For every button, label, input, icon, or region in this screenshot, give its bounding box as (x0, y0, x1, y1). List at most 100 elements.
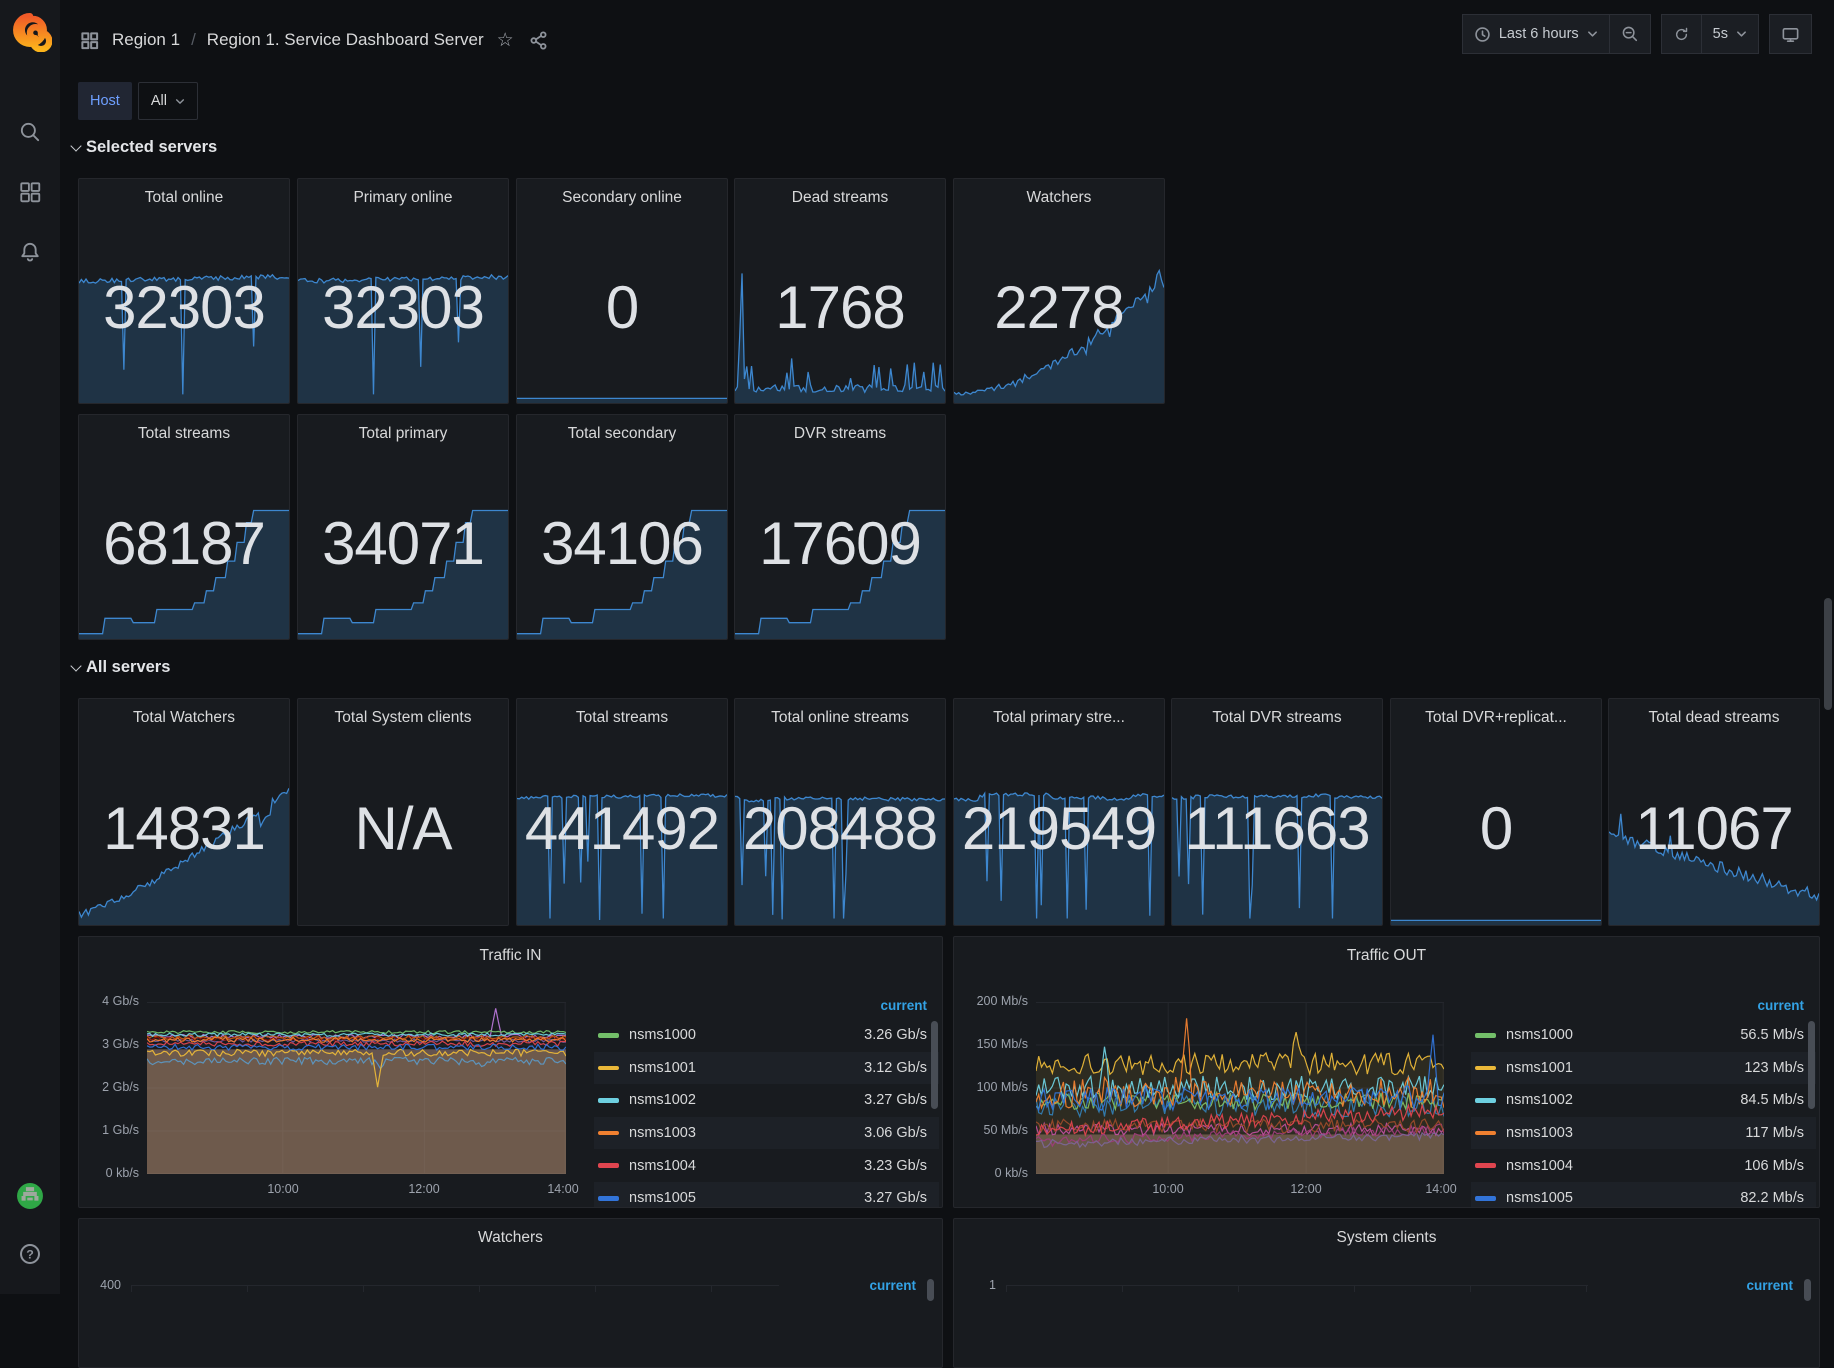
panel-title[interactable]: Total DVR streams (1172, 699, 1382, 727)
page-scrollbar[interactable] (1824, 598, 1832, 710)
panel-title[interactable]: Watchers (954, 179, 1164, 207)
y-tick: 150 Mb/s (956, 1037, 1028, 1051)
legend-row: nsms1004 106 Mb/s (1471, 1149, 1816, 1182)
x-tick: 14:00 (1425, 1182, 1456, 1196)
section-selected-servers[interactable]: Selected servers (72, 138, 217, 157)
series-name[interactable]: nsms1005 (1506, 1190, 1573, 1206)
panel-title[interactable]: Traffic OUT (954, 937, 1819, 965)
panel-title[interactable]: Total primary (298, 415, 508, 443)
alerting-bell-icon[interactable] (8, 230, 52, 274)
gridline (1006, 1285, 1588, 1292)
traffic-in-panel: Traffic IN 4 Gb/s 3 Gb/s 2 Gb/s 1 Gb/s 0… (78, 936, 943, 1208)
panel-title[interactable]: Total DVR+replicat... (1391, 699, 1601, 727)
panel-title[interactable]: Total streams (79, 415, 289, 443)
series-current-value: 84.5 Mb/s (1740, 1092, 1804, 1108)
legend-row: nsms1003 3.06 Gb/s (594, 1117, 939, 1150)
panel-title[interactable]: Secondary online (517, 179, 727, 207)
panel-title[interactable]: Total Watchers (79, 699, 289, 727)
legend-row: nsms1000 3.26 Gb/s (594, 1019, 939, 1052)
panel-title[interactable]: DVR streams (735, 415, 945, 443)
series-name[interactable]: nsms1003 (1506, 1125, 1573, 1141)
panel-title[interactable]: Total online (79, 179, 289, 207)
panel-title[interactable]: Total streams (517, 699, 727, 727)
help-icon[interactable]: ? (8, 1232, 52, 1276)
panel-title[interactable]: Total secondary (517, 415, 727, 443)
tv-mode-icon[interactable] (1769, 14, 1812, 54)
panel-title[interactable]: Total primary stre... (954, 699, 1164, 727)
legend-current-header[interactable]: current (1746, 1278, 1793, 1293)
series-swatch (598, 1066, 619, 1071)
host-variable-dropdown[interactable]: All (138, 82, 198, 120)
series-swatch (1475, 1033, 1496, 1038)
legend-scrollbar[interactable] (1808, 1021, 1815, 1109)
legend: current nsms1000 56.5 Mb/s nsms1001 123 … (1471, 991, 1816, 1208)
user-avatar[interactable] (8, 1174, 52, 1218)
chevron-down-icon (175, 98, 185, 105)
legend-current-header[interactable]: current (594, 991, 939, 1019)
breadcrumb-folder[interactable]: Region 1 (112, 30, 180, 50)
stat-value: 0 (517, 278, 727, 338)
grafana-logo[interactable] (8, 8, 52, 52)
legend-scrollbar[interactable] (931, 1021, 938, 1109)
panel-title[interactable]: Traffic IN (79, 937, 942, 965)
legend-current-header[interactable]: current (1471, 991, 1816, 1019)
host-variable-label[interactable]: Host (78, 82, 132, 120)
series-name[interactable]: nsms1002 (1506, 1092, 1573, 1108)
breadcrumb-dashboard-title[interactable]: Region 1. Service Dashboard Server (207, 30, 484, 50)
series-name[interactable]: nsms1001 (1506, 1060, 1573, 1076)
watchers-panel: Watchers 400 current (78, 1218, 943, 1368)
host-variable-value: All (151, 93, 167, 109)
legend-row: nsms1003 117 Mb/s (1471, 1117, 1816, 1150)
series-swatch (1475, 1196, 1496, 1201)
panel-title[interactable]: Total System clients (298, 699, 508, 727)
star-icon[interactable]: ☆ (495, 29, 516, 52)
series-name[interactable]: nsms1005 (629, 1190, 696, 1206)
panel-title[interactable]: Total dead streams (1609, 699, 1819, 727)
series-name[interactable]: nsms1004 (1506, 1158, 1573, 1174)
dashboards-icon[interactable] (8, 170, 52, 214)
panel-title[interactable]: Total online streams (735, 699, 945, 727)
stat-panel: Total online streams 208488 (734, 698, 946, 926)
series-current-value: 123 Mb/s (1744, 1060, 1804, 1076)
y-tick: 3 Gb/s (81, 1037, 139, 1051)
share-icon[interactable] (527, 29, 550, 52)
series-name[interactable]: nsms1003 (629, 1125, 696, 1141)
stat-panel: Total dead streams 11067 (1608, 698, 1820, 926)
series-swatch (598, 1196, 619, 1201)
chevron-down-icon (70, 660, 81, 671)
refresh-icon[interactable] (1661, 14, 1702, 54)
series-current-value: 3.06 Gb/s (864, 1125, 927, 1141)
search-icon[interactable] (8, 110, 52, 154)
x-tick: 10:00 (267, 1182, 298, 1196)
section-title: Selected servers (86, 138, 217, 157)
refresh-interval-dropdown[interactable]: 5s (1701, 14, 1759, 54)
section-all-servers[interactable]: All servers (72, 658, 170, 677)
series-name[interactable]: nsms1002 (629, 1092, 696, 1108)
series-current-value: 3.27 Gb/s (864, 1190, 927, 1206)
panel-title[interactable]: Watchers (79, 1219, 942, 1247)
stat-value: 208488 (735, 799, 945, 859)
legend-scrollbar[interactable] (927, 1279, 934, 1301)
y-tick: 100 Mb/s (956, 1080, 1028, 1094)
time-range-picker[interactable]: Last 6 hours (1462, 14, 1610, 54)
panel-title[interactable]: System clients (954, 1219, 1819, 1247)
series-name[interactable]: nsms1000 (629, 1027, 696, 1043)
zoom-out-icon[interactable] (1609, 14, 1651, 54)
legend-scrollbar[interactable] (1804, 1279, 1811, 1301)
stat-panel: Total primary 34071 (297, 414, 509, 640)
x-tick: 14:00 (547, 1182, 578, 1196)
legend-current-header[interactable]: current (869, 1278, 916, 1293)
stat-panel: Secondary online 0 (516, 178, 728, 404)
series-name[interactable]: nsms1001 (629, 1060, 696, 1076)
y-tick: 2 Gb/s (81, 1080, 139, 1094)
stat-panel: Dead streams 1768 (734, 178, 946, 404)
y-tick: 4 Gb/s (81, 994, 139, 1008)
stat-value: 68187 (79, 514, 289, 574)
panel-title[interactable]: Dead streams (735, 179, 945, 207)
series-name[interactable]: nsms1004 (629, 1158, 696, 1174)
panel-title[interactable]: Primary online (298, 179, 508, 207)
stat-panel: Total secondary 34106 (516, 414, 728, 640)
nav-actions: Last 6 hours 5s (1462, 14, 1812, 54)
y-tick: 0 kb/s (81, 1166, 139, 1180)
series-name[interactable]: nsms1000 (1506, 1027, 1573, 1043)
